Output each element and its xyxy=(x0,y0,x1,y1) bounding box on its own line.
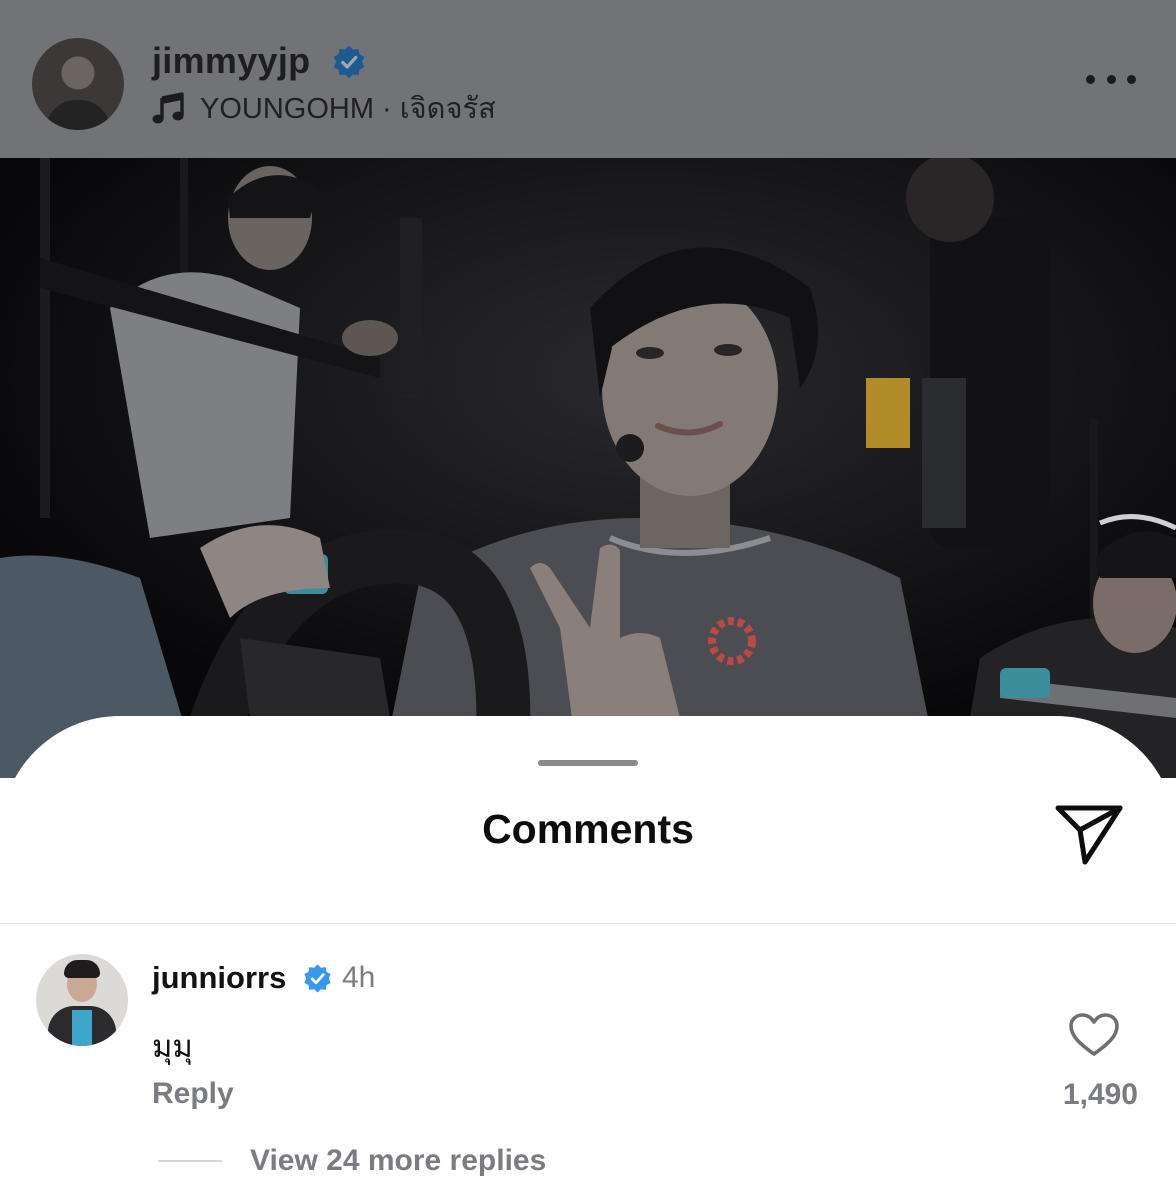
music-attribution[interactable]: YOUNGOHM · เจิดจรัส xyxy=(152,90,496,126)
comments-sheet: Comments junniorrs 4h มุมุ Reply 1,490 V… xyxy=(0,716,1176,1200)
reply-button[interactable]: Reply xyxy=(152,1077,234,1111)
more-options-icon[interactable] xyxy=(1086,68,1136,90)
music-note-icon xyxy=(152,92,184,124)
music-text: YOUNGOHM · เจิดจรัส xyxy=(200,93,496,125)
like-count: 1,490 xyxy=(1062,1078,1138,1111)
commenter-username[interactable]: junniorrs xyxy=(152,960,286,996)
verified-badge-icon xyxy=(304,964,331,993)
post-photo xyxy=(0,158,1176,778)
author-avatar[interactable] xyxy=(32,38,124,130)
heart-icon[interactable] xyxy=(1068,1012,1120,1058)
commenter-avatar[interactable] xyxy=(36,954,128,1046)
view-more-replies-button[interactable]: View 24 more replies xyxy=(250,1144,546,1178)
author-username[interactable]: jimmyyjp xyxy=(152,40,310,82)
post-header: jimmyyjp YOUNGOHM · เจิดจรัส xyxy=(0,0,1176,158)
send-icon[interactable] xyxy=(1052,798,1126,872)
comment-text: มุมุ xyxy=(152,1029,193,1064)
sheet-divider xyxy=(0,923,1176,924)
sheet-title: Comments xyxy=(482,806,694,852)
sheet-drag-handle[interactable] xyxy=(538,760,638,766)
verified-badge-icon xyxy=(333,45,365,79)
replies-connector-line xyxy=(158,1160,222,1162)
comment-timestamp: 4h xyxy=(342,961,376,994)
